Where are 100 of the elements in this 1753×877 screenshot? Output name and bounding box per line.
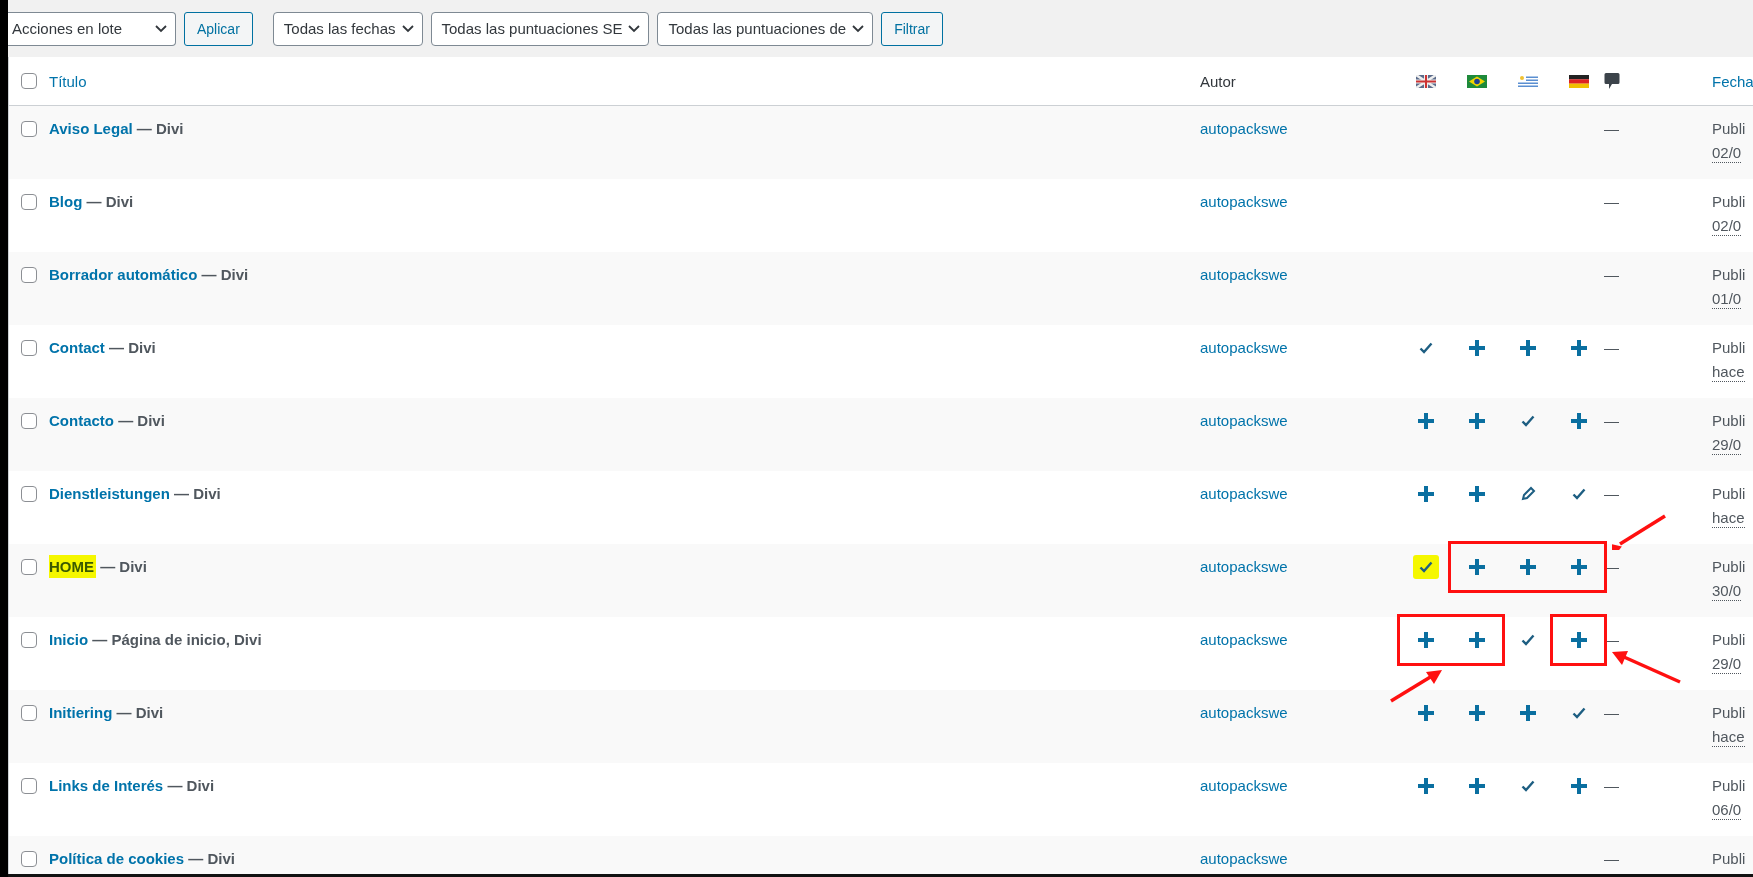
plus-icon[interactable]: [1467, 412, 1486, 430]
column-header: Autor: [1200, 72, 1237, 90]
comment-count: —: [1604, 484, 1620, 504]
checkbox[interactable]: [21, 851, 37, 867]
author-link[interactable]: autopackswe: [1200, 629, 1288, 651]
publish-status: Publi: [1712, 119, 1747, 139]
title-link[interactable]: Dienstleistungen: [49, 485, 170, 502]
page-title: Borrador automático — Divi: [49, 265, 250, 285]
plus-icon[interactable]: [1467, 558, 1486, 576]
column-header[interactable]: Título: [49, 72, 1200, 90]
publish-date: 02/0: [1712, 217, 1742, 236]
publish-date: hace: [1712, 363, 1745, 382]
comment-count: —: [1604, 849, 1620, 869]
comment-count: —: [1604, 411, 1620, 431]
filter-button[interactable]: Filtrar: [881, 11, 943, 46]
comment-count: —: [1604, 338, 1620, 358]
author-link[interactable]: autopackswe: [1200, 483, 1288, 505]
publish-status: Publi: [1712, 776, 1747, 796]
author-link[interactable]: autopackswe: [1200, 556, 1288, 578]
column-header[interactable]: Fecha: [1712, 72, 1753, 90]
checkmark-icon[interactable]: [1418, 561, 1433, 573]
plus-icon[interactable]: [1467, 777, 1486, 795]
author-link[interactable]: autopackswe: [1200, 118, 1288, 140]
checkmark-icon[interactable]: [1520, 415, 1535, 427]
checkbox[interactable]: [21, 194, 37, 210]
title-link[interactable]: Links de Interés: [49, 777, 164, 794]
page-title: HOME — Divi: [49, 544, 1200, 578]
plus-icon[interactable]: [1569, 412, 1588, 430]
plus-icon[interactable]: [1467, 485, 1486, 503]
chevron-down-icon: [155, 24, 167, 33]
plus-icon[interactable]: [1569, 777, 1588, 795]
checkbox[interactable]: [21, 778, 37, 794]
checkbox[interactable]: [21, 632, 37, 648]
plus-icon[interactable]: [1467, 339, 1486, 357]
checkmark-icon[interactable]: [1571, 707, 1586, 719]
plus-icon[interactable]: [1569, 558, 1588, 576]
comment-count: —: [1604, 265, 1620, 285]
checkmark-icon[interactable]: [1520, 780, 1535, 792]
author-link[interactable]: autopackswe: [1200, 410, 1288, 432]
checkbox[interactable]: [21, 121, 37, 137]
checkbox[interactable]: [21, 73, 37, 89]
page-title: Contact — Divi: [49, 338, 157, 358]
plus-icon[interactable]: [1518, 704, 1537, 722]
title-link[interactable]: Contacto: [49, 412, 114, 429]
chevron-down-icon: [852, 24, 865, 33]
checkbox[interactable]: [21, 486, 37, 502]
checkmark-icon[interactable]: [1571, 488, 1586, 500]
author-link[interactable]: autopackswe: [1200, 702, 1288, 724]
publish-date: 30/0: [1712, 582, 1742, 601]
page-title: Dienstleistungen — Divi: [49, 484, 222, 504]
apply-button[interactable]: Aplicar: [184, 11, 253, 46]
plus-icon[interactable]: [1416, 631, 1435, 649]
pencil-icon[interactable]: [1519, 486, 1536, 502]
filter-select[interactable]: Todas las puntuaciones SE: [430, 11, 650, 46]
plus-icon[interactable]: [1569, 339, 1588, 357]
author-link[interactable]: autopackswe: [1200, 337, 1288, 359]
page-title: Contacto — Divi: [49, 411, 166, 431]
author-link[interactable]: autopackswe: [1200, 191, 1288, 213]
title-link[interactable]: Initiering: [49, 704, 113, 721]
author-link[interactable]: autopackswe: [1200, 264, 1288, 286]
title-link[interactable]: HOME: [49, 555, 96, 578]
checkbox[interactable]: [21, 413, 37, 429]
plus-icon[interactable]: [1518, 558, 1537, 576]
checkbox[interactable]: [21, 340, 37, 356]
comment-count: —: [1604, 119, 1620, 139]
publish-status: Publi: [1712, 192, 1747, 212]
filter-select[interactable]: Todas las fechas: [272, 11, 423, 46]
chevron-down-icon: [401, 24, 414, 33]
plus-icon[interactable]: [1569, 631, 1588, 649]
comment-count: —: [1604, 192, 1620, 212]
plus-icon[interactable]: [1518, 339, 1537, 357]
germany-flag-icon: [1568, 74, 1589, 88]
author-link[interactable]: autopackswe: [1200, 848, 1288, 870]
title-link[interactable]: Blog: [49, 193, 83, 210]
page-title: Aviso Legal — Divi: [49, 119, 185, 139]
plus-icon[interactable]: [1467, 704, 1486, 722]
publish-status: Publi: [1712, 557, 1747, 577]
filter-select[interactable]: Todas las puntuaciones de: [657, 11, 874, 46]
title-link[interactable]: Borrador automático: [49, 266, 198, 283]
checkbox[interactable]: [21, 267, 37, 283]
plus-icon[interactable]: [1416, 777, 1435, 795]
checkbox[interactable]: [21, 705, 37, 721]
plus-icon[interactable]: [1416, 485, 1435, 503]
page-title: Links de Interés — Divi: [49, 776, 216, 796]
title-link[interactable]: Política de cookies: [49, 850, 185, 867]
checkbox[interactable]: [21, 559, 37, 575]
title-link[interactable]: Contact: [49, 339, 105, 356]
plus-icon[interactable]: [1416, 704, 1435, 722]
plus-icon[interactable]: [1467, 631, 1486, 649]
publish-status: Publi: [1712, 630, 1747, 650]
page-title: Inicio — Página de inicio, Divi: [49, 630, 263, 650]
checkmark-icon[interactable]: [1520, 634, 1535, 646]
title-link[interactable]: Aviso Legal: [49, 120, 133, 137]
bulk-actions-select[interactable]: Acciones en lote: [8, 11, 176, 46]
page-title: Initiering — Divi: [49, 703, 165, 723]
author-link[interactable]: autopackswe: [1200, 775, 1288, 797]
publish-status: Publi: [1712, 265, 1747, 285]
checkmark-icon[interactable]: [1418, 342, 1433, 354]
title-link[interactable]: Inicio: [49, 631, 89, 648]
plus-icon[interactable]: [1416, 412, 1435, 430]
